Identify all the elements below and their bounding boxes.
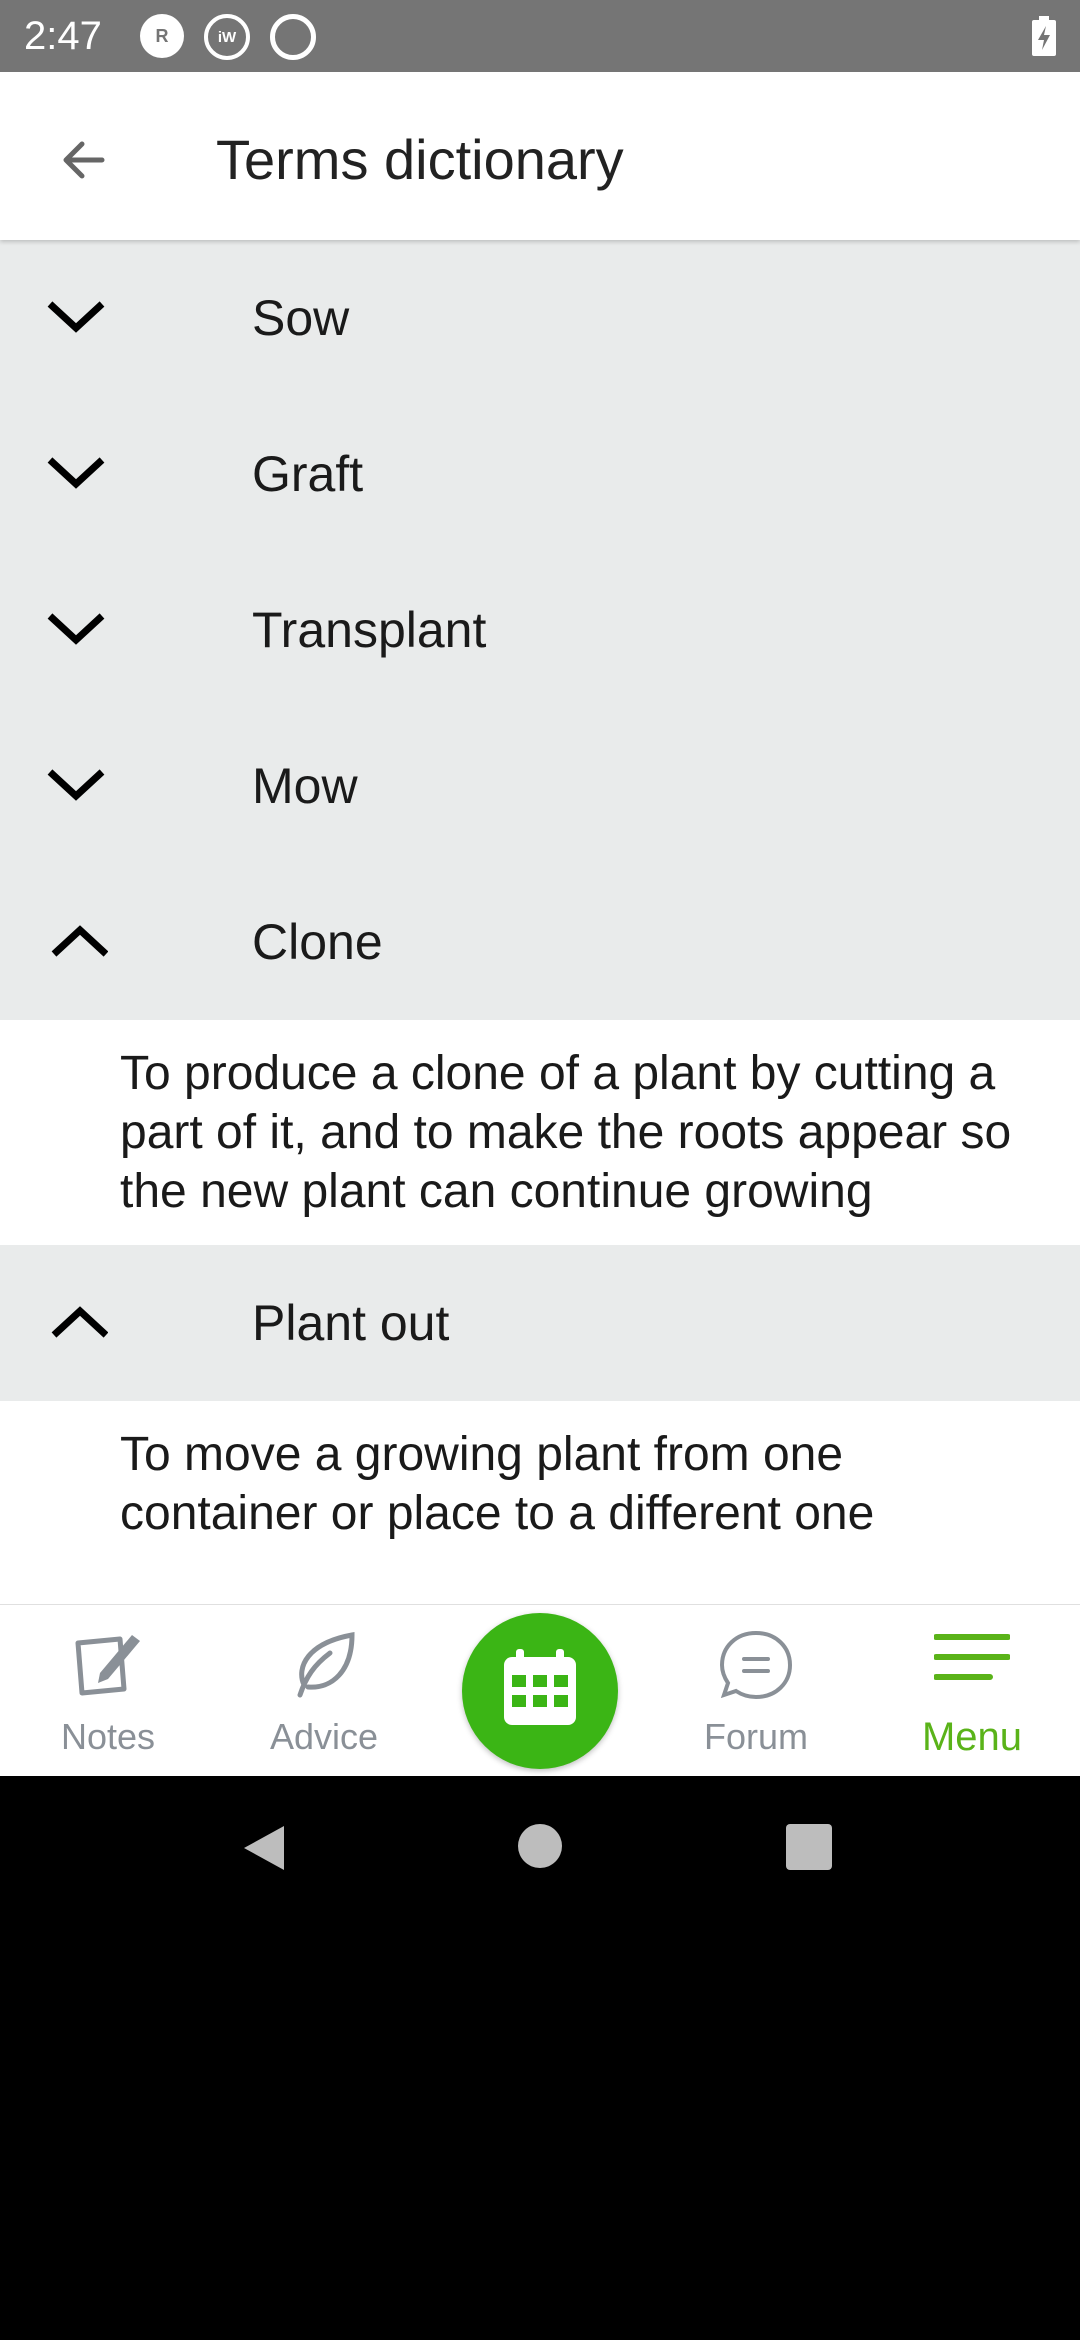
- system-home-icon[interactable]: [518, 1824, 562, 1868]
- chat-bubble-icon: [719, 1630, 793, 1700]
- system-navigation-bar: [0, 1776, 1080, 1916]
- nav-advice[interactable]: Advice: [216, 1605, 432, 1776]
- nav-label: Advice: [269, 1716, 379, 1757]
- calendar-icon: [504, 1649, 576, 1725]
- page-title: Terms dictionary: [216, 128, 624, 191]
- app-bar: Terms dictionary: [0, 72, 1080, 240]
- status-time: 2:47: [24, 14, 102, 58]
- system-recents-icon[interactable]: [786, 1824, 832, 1870]
- calendar-button[interactable]: [462, 1613, 618, 1769]
- menu-icon: [934, 1634, 1010, 1680]
- chevron-down-icon: [47, 613, 105, 645]
- term-row-sow[interactable]: Sow: [0, 240, 1080, 396]
- nav-forum[interactable]: Forum: [648, 1605, 864, 1776]
- bottom-nav: Notes Advice Forum Menu: [0, 1604, 1080, 1776]
- chevron-down-icon: [47, 769, 105, 801]
- nav-notes[interactable]: Notes: [0, 1605, 216, 1776]
- r-icon: R: [140, 14, 184, 58]
- arrow-back-icon[interactable]: [48, 124, 120, 196]
- leaf-icon: [297, 1632, 355, 1698]
- system-back-icon[interactable]: [240, 1822, 288, 1874]
- term-label: Sow: [252, 290, 350, 346]
- app-screen: Terms dictionary Sow Graft Transplant Mo…: [0, 72, 1080, 1776]
- battery-charging-icon: [1032, 16, 1056, 56]
- term-label: Graft: [252, 446, 364, 502]
- iw-icon: iW: [204, 14, 250, 60]
- term-row-transplant[interactable]: Transplant: [0, 552, 1080, 708]
- term-row-graft[interactable]: Graft: [0, 396, 1080, 552]
- notes-icon: [75, 1635, 140, 1696]
- term-label: Plant out: [252, 1295, 450, 1351]
- term-label: Clone: [252, 914, 383, 970]
- term-row-clone[interactable]: Clone: [0, 864, 1080, 1020]
- term-label: Mow: [252, 758, 358, 814]
- nav-menu[interactable]: Menu: [864, 1605, 1080, 1776]
- terms-list: Sow Graft Transplant Mow Clone To produc…: [0, 240, 1080, 1676]
- term-row-plant-out[interactable]: Plant out: [0, 1245, 1080, 1401]
- term-definition-clone: To produce a clone of a plant by cutting…: [0, 1020, 1080, 1245]
- term-label: Transplant: [252, 602, 487, 658]
- nav-label: Menu: [921, 1715, 1023, 1759]
- chevron-down-icon: [47, 301, 105, 333]
- chevron-up-icon: [51, 925, 108, 957]
- chevron-up-icon: [51, 1306, 108, 1338]
- nav-label: Forum: [703, 1716, 808, 1757]
- nav-label: Notes: [60, 1716, 156, 1757]
- term-row-mow[interactable]: Mow: [0, 708, 1080, 864]
- term-definition-plant-out: To move a growing plant from one contain…: [0, 1401, 1080, 1567]
- status-bar: 2:47 R iW: [0, 0, 1080, 72]
- sync-icon: [270, 14, 316, 60]
- chevron-down-icon: [47, 457, 105, 489]
